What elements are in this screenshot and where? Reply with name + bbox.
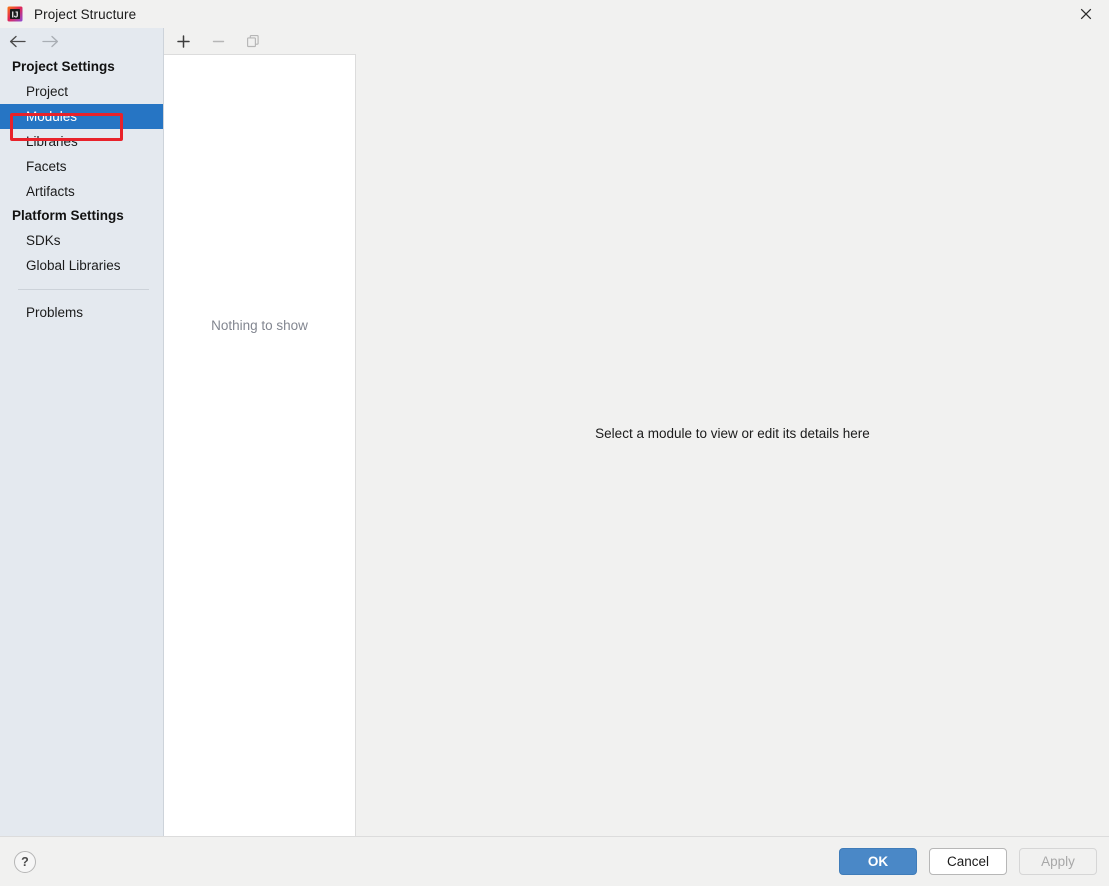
remove-module-button[interactable] (208, 31, 228, 51)
modules-toolbar (164, 28, 356, 55)
intellij-idea-logo-icon: IJ (7, 6, 23, 22)
close-icon[interactable] (1063, 0, 1109, 28)
dialog-button-bar: ? OK Cancel Apply (0, 836, 1109, 886)
module-detail-placeholder: Select a module to view or edit its deta… (595, 426, 870, 441)
sidebar-item-problems[interactable]: Problems (0, 300, 163, 325)
back-arrow-icon[interactable] (7, 32, 27, 52)
sidebar-item-modules[interactable]: Modules (0, 104, 163, 129)
dialog-actions: OK Cancel Apply (839, 848, 1097, 875)
apply-button: Apply (1019, 848, 1097, 875)
cancel-button[interactable]: Cancel (929, 848, 1007, 875)
forward-arrow-icon[interactable] (40, 32, 60, 52)
sidebar-group-platform-settings: Platform Settings (12, 208, 124, 223)
sidebar-item-global-libraries[interactable]: Global Libraries (0, 253, 163, 278)
copy-module-button[interactable] (243, 31, 263, 51)
sidebar-group-project-settings: Project Settings (12, 59, 115, 74)
sidebar-item-facets[interactable]: Facets (0, 154, 163, 179)
sidebar-divider (18, 289, 149, 290)
title-bar: IJ Project Structure (0, 0, 1109, 28)
modules-list-panel: Nothing to show (164, 28, 356, 836)
project-structure-dialog: IJ Project Structure Project Settings Pr… (0, 0, 1109, 886)
add-module-button[interactable] (173, 31, 193, 51)
settings-sidebar: Project Settings Project Modules Librari… (0, 28, 164, 836)
help-button[interactable]: ? (14, 850, 36, 873)
modules-list-body[interactable]: Nothing to show (164, 55, 356, 836)
sidebar-item-sdks[interactable]: SDKs (0, 228, 163, 253)
sidebar-item-libraries[interactable]: Libraries (0, 129, 163, 154)
module-detail-panel: Select a module to view or edit its deta… (356, 56, 1109, 836)
sidebar-navigation (0, 28, 163, 55)
ok-button[interactable]: OK (839, 848, 917, 875)
modules-empty-message: Nothing to show (211, 318, 308, 333)
sidebar-item-project[interactable]: Project (0, 79, 163, 104)
window-title: Project Structure (34, 6, 137, 22)
sidebar-item-artifacts[interactable]: Artifacts (0, 179, 163, 204)
svg-text:IJ: IJ (12, 10, 19, 19)
